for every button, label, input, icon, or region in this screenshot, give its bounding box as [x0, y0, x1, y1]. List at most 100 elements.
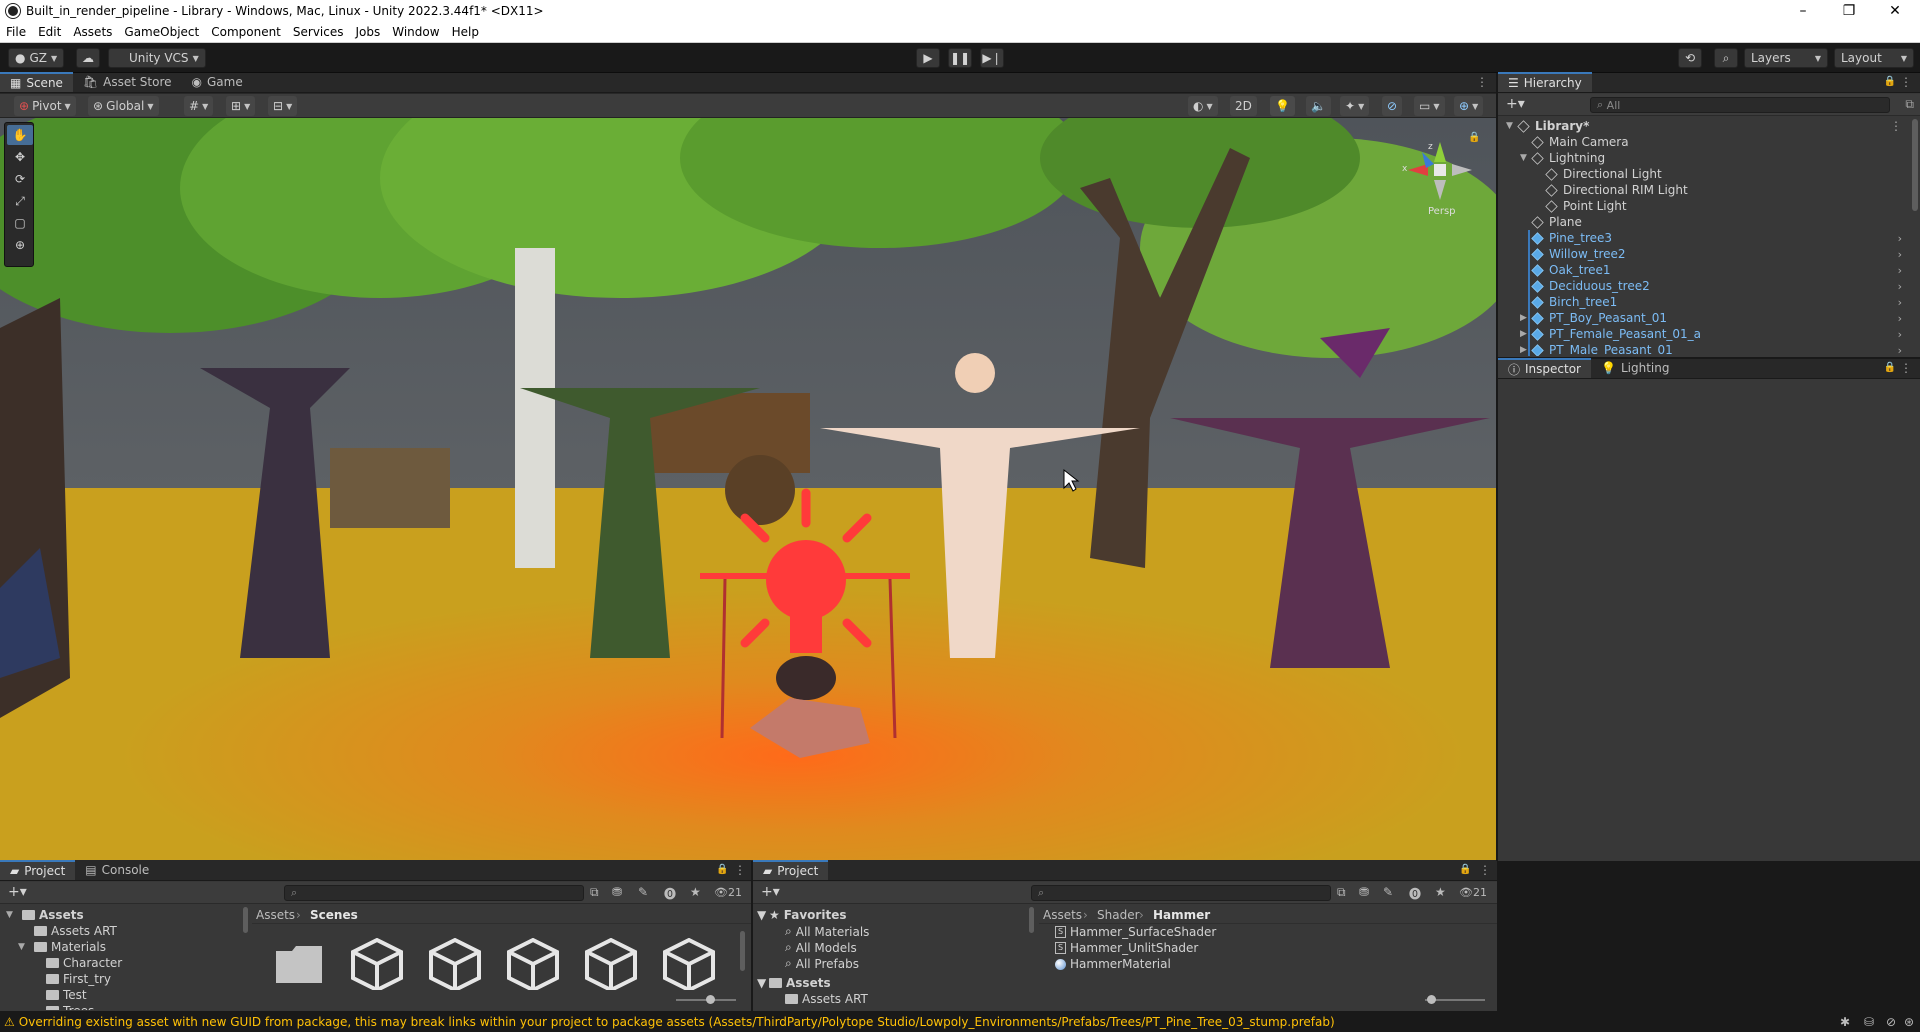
scale-tool-button[interactable]: ⤢ — [7, 191, 33, 211]
minimize-button[interactable]: – — [1780, 0, 1826, 22]
auto-generate-lighting-icon[interactable]: ⊘ — [1886, 1015, 1896, 1029]
create-button[interactable]: +▾ — [761, 884, 780, 900]
scene-visibility-icon[interactable]: ⧉ — [1905, 97, 1914, 112]
audio-toggle[interactable]: 🔈 — [1306, 96, 1331, 116]
menu-file[interactable]: File — [0, 25, 32, 39]
more-options-icon[interactable]: ⋮ — [1900, 361, 1912, 375]
breadcrumb-shader[interactable]: Shader — [1097, 908, 1140, 922]
play-button[interactable]: ▶ — [916, 48, 940, 68]
menu-jobs[interactable]: Jobs — [350, 25, 387, 39]
tab-inspector[interactable]: ⓘ Inspector — [1498, 358, 1591, 378]
menu-component[interactable]: Component — [205, 25, 287, 39]
open-prefab-icon[interactable]: › — [1898, 248, 1902, 261]
pivot-dropdown[interactable]: ⊕ Pivot ▼ — [14, 96, 76, 116]
breadcrumb-hammer[interactable]: Hammer — [1153, 908, 1210, 922]
tab-hierarchy[interactable]: ☰ Hierarchy — [1498, 72, 1592, 92]
file-hammer-surfaceshader[interactable]: S Hammer_SurfaceShader — [1055, 925, 1216, 939]
tree-item-assets[interactable]: Assets — [769, 976, 831, 990]
menu-gameobject[interactable]: GameObject — [118, 25, 205, 39]
zoom-slider-handle[interactable] — [1427, 995, 1436, 1004]
create-button[interactable]: +▾ — [8, 884, 27, 900]
hierarchy-item[interactable]: ▼ Library* ⋮ — [1498, 118, 1908, 134]
tree-item[interactable]: Assets ART — [0, 924, 117, 938]
expander-icon[interactable]: ▶ — [1520, 313, 1527, 323]
move-tool-button[interactable]: ✥ — [7, 147, 33, 167]
lock-icon[interactable]: 🔒 — [1884, 362, 1896, 373]
open-prefab-icon[interactable]: › — [1898, 280, 1902, 293]
lock-icon[interactable]: 🔒 — [1468, 132, 1480, 143]
tag-icon[interactable]: ✎ — [638, 885, 648, 899]
menu-window[interactable]: Window — [386, 25, 445, 39]
scene-asset[interactable] — [660, 935, 718, 993]
star-icon[interactable]: ★ — [690, 885, 701, 899]
warning-filter-icon[interactable]: ⓿ — [1409, 885, 1421, 902]
lock-icon[interactable]: 🔒 — [1459, 864, 1471, 875]
scene-asset[interactable] — [426, 935, 484, 993]
search-by-type-icon[interactable]: ⧉ — [590, 885, 599, 900]
tag-icon[interactable]: ✎ — [1383, 885, 1393, 899]
zoom-slider-handle[interactable] — [706, 995, 715, 1004]
hierarchy-item[interactable]: Deciduous_tree2 › — [1498, 278, 1908, 294]
open-prefab-icon[interactable]: › — [1898, 328, 1902, 341]
tab-scene[interactable]: ▦ Scene — [0, 72, 73, 92]
gizmo-persp-label[interactable]: Persp — [1428, 206, 1456, 217]
menu-services[interactable]: Services — [287, 25, 350, 39]
open-prefab-icon[interactable]: › — [1898, 344, 1902, 357]
search-by-type-icon[interactable]: ⧉ — [1337, 885, 1346, 900]
more-options-icon[interactable]: ⋮ — [734, 863, 746, 877]
hierarchy-item[interactable]: Directional Light — [1498, 166, 1908, 182]
tree-item[interactable]: Test — [0, 988, 87, 1002]
breadcrumb-assets[interactable]: Assets — [1043, 908, 1082, 922]
hierarchy-item[interactable]: Directional RIM Light — [1498, 182, 1908, 198]
open-prefab-icon[interactable]: › — [1898, 264, 1902, 277]
menu-help[interactable]: Help — [446, 25, 485, 39]
history-button[interactable]: ⟲ — [1678, 48, 1702, 68]
debug-icon[interactable]: ✱ — [1840, 1015, 1850, 1029]
scene-viewport[interactable] — [0, 118, 1496, 860]
search-button[interactable]: ⌕ — [1714, 48, 1738, 68]
layout-dropdown[interactable]: Layout ▼ — [1834, 48, 1914, 68]
more-options-icon[interactable]: ⋮ — [1479, 863, 1491, 877]
effects-button[interactable]: ✦ ▼ — [1340, 96, 1370, 116]
expander-icon[interactable]: ▼ — [18, 942, 30, 952]
snap-increment-button[interactable]: ⊞ ▼ — [226, 96, 256, 116]
vcs-button[interactable]: Unity VCS ▼ — [108, 48, 206, 68]
project-left-search-input[interactable]: ⌕ — [284, 885, 584, 901]
layers-dropdown[interactable]: Layers ▼ — [1744, 48, 1828, 68]
add-button[interactable]: +▾ — [1506, 96, 1525, 112]
file-hammermaterial[interactable]: HammerMaterial — [1055, 957, 1171, 971]
search-by-label-icon[interactable]: ⛃ — [612, 885, 622, 899]
project-right-search-input[interactable]: ⌕ — [1031, 885, 1331, 901]
file-hammer-unlitshader[interactable]: S Hammer_UnlitShader — [1055, 941, 1198, 955]
lighting-toggle[interactable]: 💡 — [1270, 96, 1295, 116]
hand-tool-button[interactable]: ✋ — [7, 125, 33, 145]
open-prefab-icon[interactable]: › — [1898, 296, 1902, 309]
hierarchy-item[interactable]: Oak_tree1 › — [1498, 262, 1908, 278]
tree-item[interactable]: First_try — [0, 972, 111, 986]
tree-item[interactable]: Trees — [0, 1004, 94, 1010]
tree-scrollbar[interactable] — [1029, 907, 1034, 933]
hierarchy-scrollbar[interactable] — [1912, 119, 1918, 211]
hierarchy-item[interactable]: ▶ PT_Female_Peasant_01_a › — [1498, 326, 1908, 342]
scene-asset[interactable] — [348, 935, 406, 993]
lock-icon[interactable]: 🔒 — [1884, 76, 1896, 87]
shading-mode-button[interactable]: ◐ ▼ — [1188, 96, 1218, 116]
status-bar[interactable]: ⚠ Overriding existing asset with new GUI… — [0, 1011, 1920, 1032]
account-button[interactable]: ● GZ ▼ — [8, 48, 65, 68]
close-button[interactable]: ✕ — [1872, 0, 1918, 22]
menu-assets[interactable]: Assets — [67, 25, 118, 39]
tab-game[interactable]: ◉ Game — [182, 72, 253, 92]
hierarchy-item[interactable]: Plane — [1498, 214, 1908, 230]
cache-icon[interactable]: ⛁ — [1864, 1015, 1874, 1029]
rotate-tool-button[interactable]: ⟳ — [7, 169, 33, 189]
more-options-icon[interactable]: ⋮ — [1476, 75, 1488, 89]
search-by-label-icon[interactable]: ⛃ — [1359, 885, 1369, 899]
warning-filter-icon[interactable]: ⓿ — [664, 885, 676, 902]
tree-item-assets-art[interactable]: Assets ART — [785, 992, 868, 1006]
maximize-button[interactable]: ❐ — [1826, 0, 1872, 22]
open-prefab-icon[interactable]: › — [1898, 232, 1902, 245]
hierarchy-item[interactable]: Pine_tree3 › — [1498, 230, 1908, 246]
grid-snap-button[interactable]: # ▼ — [184, 96, 214, 116]
2d-toggle[interactable]: 2D — [1230, 96, 1257, 116]
tab-lighting[interactable]: 💡 Lighting — [1591, 358, 1679, 378]
